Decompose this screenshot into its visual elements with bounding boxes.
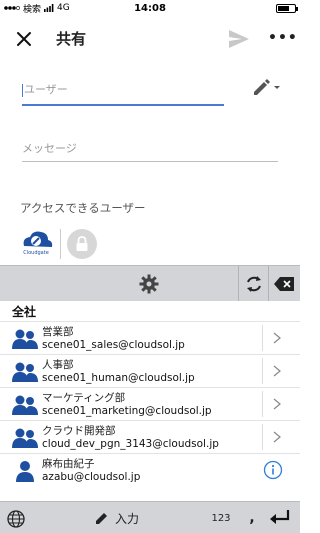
row-divider [262, 325, 263, 351]
close-icon[interactable] [14, 29, 34, 49]
status-time: 14:08 [134, 2, 166, 14]
group-icon [12, 362, 38, 382]
list-item[interactable]: 人事部 scene01_human@cloudsol.jp [0, 354, 300, 387]
group-email: scene01_human@cloudsol.jp [42, 372, 195, 384]
more-options-icon[interactable]: ••• [268, 30, 297, 50]
input-button-label: 入力 [114, 511, 139, 526]
group-name: マーケティング部 [42, 392, 126, 404]
group-icon [12, 329, 38, 349]
row-divider [262, 391, 263, 417]
keyboard-bottom-bar: 入力 123 , [0, 501, 300, 533]
chevron-right-icon[interactable] [272, 431, 282, 443]
lock-icon [76, 236, 88, 251]
person-icon [16, 461, 34, 482]
enter-icon[interactable] [268, 509, 292, 527]
person-email: azabu@cloudsol.jp [42, 471, 141, 483]
send-icon[interactable] [228, 29, 250, 49]
group-email: scene01_marketing@cloudsol.jp [42, 405, 212, 417]
access-users-row: Cloudgate [18, 226, 97, 262]
info-icon[interactable] [263, 460, 283, 480]
avatar-divider [60, 229, 61, 259]
person-name: 麻布由紀子 [42, 458, 95, 470]
share-header: 共有 ••• [0, 22, 300, 56]
status-right [276, 3, 298, 13]
chevron-right-icon[interactable] [272, 398, 282, 410]
keyboard-toolbar [0, 265, 300, 302]
chevron-right-icon[interactable] [272, 332, 282, 344]
directory-list: 全社 営業部 scene01_sales@cloudsol.jp 人事部 sce… [0, 301, 300, 501]
access-users-title: アクセスできるユーザー [20, 201, 146, 215]
list-item[interactable]: クラウド開発部 cloud_dev_pgn_3143@cloudsol.jp [0, 420, 300, 453]
group-email: cloud_dev_pgn_3143@cloudsol.jp [42, 438, 219, 450]
row-divider [262, 424, 263, 450]
group-name: 人事部 [42, 359, 74, 371]
chevron-right-icon[interactable] [272, 365, 282, 377]
text-caret [22, 83, 23, 97]
section-label: 全社 [12, 305, 37, 319]
user-input-placeholder: ユーザー [24, 83, 68, 96]
comma-key[interactable]: , [240, 506, 264, 530]
input-button[interactable]: 入力 [32, 506, 202, 530]
group-icon [12, 395, 38, 415]
page-title: 共有 [56, 30, 87, 48]
refresh-icon[interactable] [244, 274, 264, 294]
cloudgate-avatar[interactable]: Cloudgate [18, 226, 54, 262]
toolbar-divider [238, 266, 239, 302]
backspace-icon[interactable] [273, 276, 295, 292]
toolbar-divider [268, 266, 269, 302]
pencil-icon [95, 513, 107, 524]
edit-permission-icon[interactable] [252, 76, 282, 96]
group-name: クラウド開発部 [42, 425, 116, 437]
globe-icon[interactable] [6, 509, 26, 529]
message-input[interactable]: メッセージ [22, 140, 278, 162]
list-item[interactable]: 麻布由紀子 azabu@cloudsol.jp [0, 453, 300, 486]
list-item[interactable]: マーケティング部 scene01_marketing@cloudsol.jp [0, 387, 300, 420]
group-icon [12, 428, 38, 448]
group-name: 営業部 [42, 326, 74, 338]
numbers-key[interactable]: 123 [205, 506, 237, 530]
list-item[interactable]: 営業部 scene01_sales@cloudsol.jp [0, 321, 300, 354]
status-bar: 検索 4G 14:08 [0, 0, 300, 16]
cloudgate-logo-text: Cloudgate [23, 250, 49, 256]
locked-avatar [67, 229, 97, 259]
gear-icon[interactable] [139, 274, 159, 294]
battery-icon [276, 3, 298, 13]
user-input[interactable]: ユーザー [22, 78, 224, 106]
group-email: scene01_sales@cloudsol.jp [42, 339, 185, 351]
row-divider [262, 358, 263, 384]
